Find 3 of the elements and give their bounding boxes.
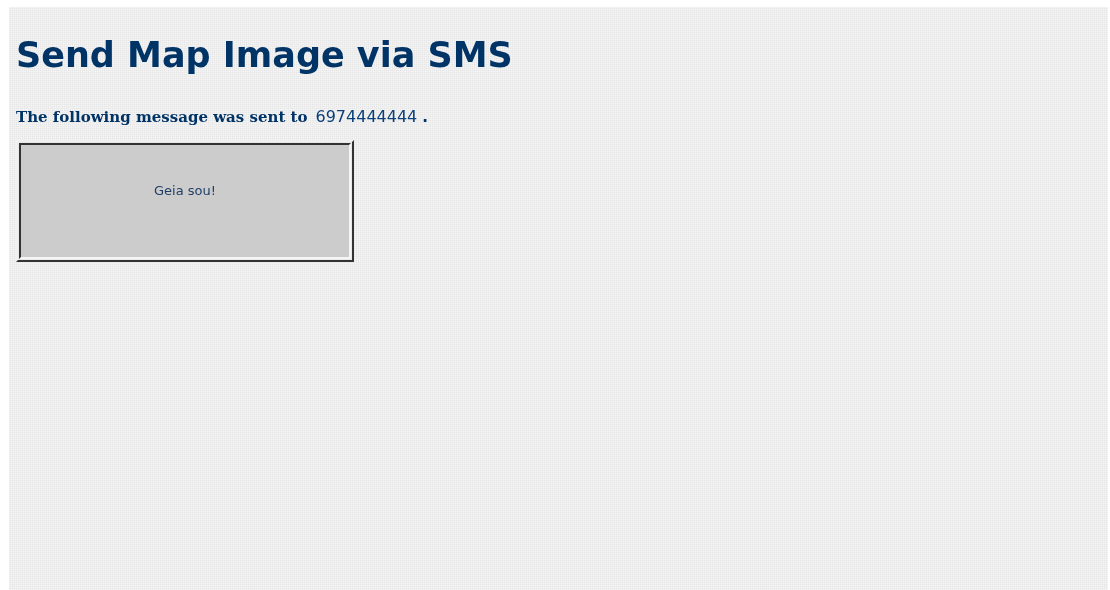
message-text: Geia sou! bbox=[154, 183, 216, 199]
confirmation-text: The following message was sent to 6974444444 . bbox=[16, 107, 428, 126]
page-title: Send Map Image via SMS bbox=[16, 34, 513, 77]
